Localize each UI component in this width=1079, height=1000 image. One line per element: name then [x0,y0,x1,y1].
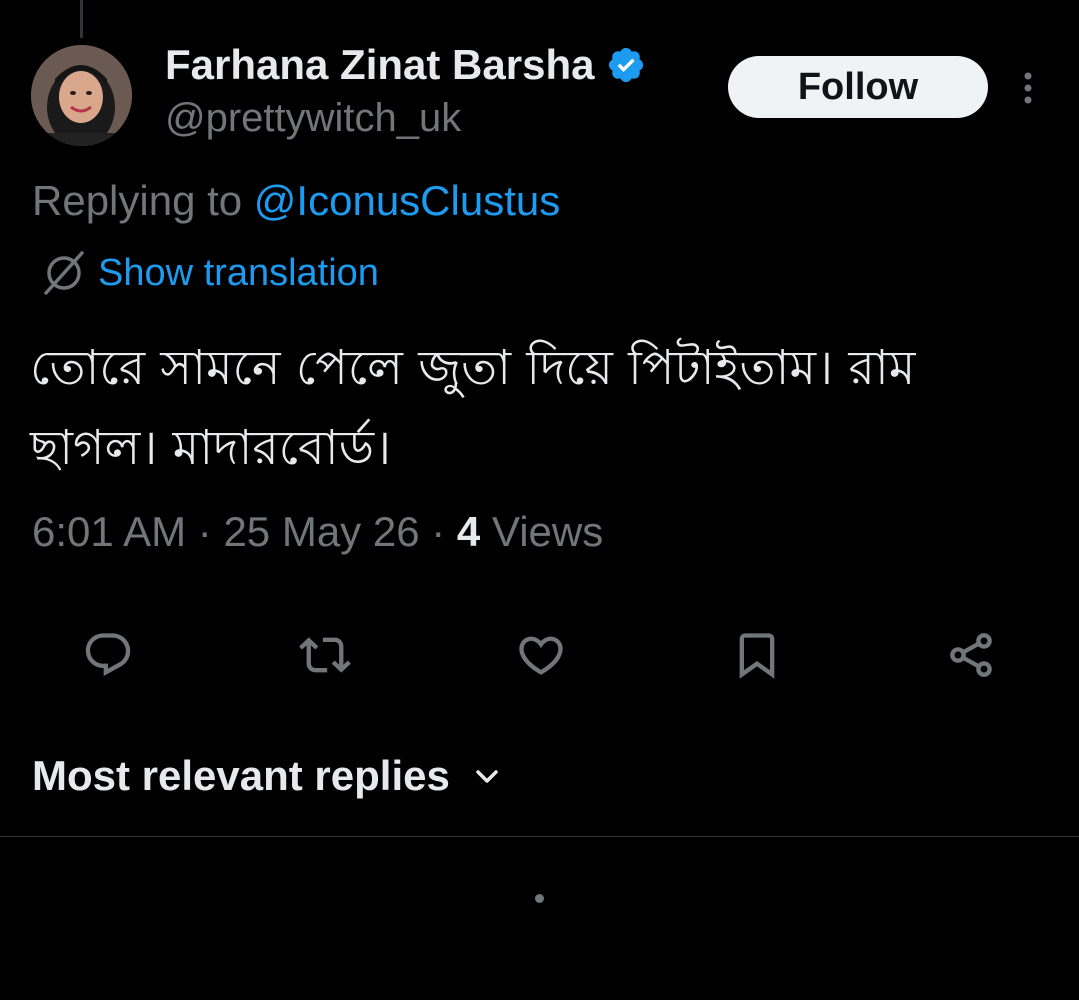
meta-separator: · [431,508,446,555]
avatar[interactable] [31,45,132,146]
retweet-button[interactable] [295,625,355,685]
show-translation-label: Show translation [98,251,379,294]
tweet-text-line: ছাগল। মাদারবোর্ড। [30,420,392,476]
section-divider [0,836,1079,837]
follow-button[interactable]: Follow [728,56,988,118]
reply-button[interactable] [78,625,138,685]
thread-connector-line [80,0,83,38]
share-icon [950,633,992,677]
views-label[interactable]: Views [492,508,603,555]
replying-to-prefix: Replying to [32,177,243,224]
views-count[interactable]: 4 [457,508,480,555]
tweet-date[interactable]: 25 May 26 [223,508,419,555]
replying-to-mention-link[interactable]: @IconusClustus [254,177,560,224]
tweet-action-bar [0,625,1079,685]
tweet-text-line: তোরে সামনে পেলে জুতা দিয়ে পিটাইতাম। রাম [30,340,916,396]
heart-icon [519,636,563,675]
meta-separator: · [197,508,212,555]
chevron-down-icon [472,761,502,791]
verified-badge-icon [606,45,646,85]
avatar-image [31,45,132,146]
tweet-time[interactable]: 6:01 AM [32,508,186,555]
author-name-row[interactable]: Farhana Zinat Barsha [165,40,646,90]
like-button[interactable] [511,625,571,685]
tweet-text: তোরে সামনে পেলে জুতা দিয়ে পিটাইতাম। রাম… [30,328,1045,488]
translate-icon [38,247,90,299]
more-options-icon[interactable] [1012,66,1044,110]
loading-indicator [535,894,544,903]
share-button[interactable] [941,625,1001,685]
replies-sort-label: Most relevant replies [32,752,450,799]
bookmark-icon [739,633,775,679]
author-handle[interactable]: @prettywitch_uk [165,96,461,141]
tweet-metadata: 6:01 AM · 25 May 26 · 4 Views [32,508,603,556]
replies-sort-dropdown[interactable]: Most relevant replies [32,746,502,806]
bookmark-button[interactable] [727,625,787,685]
show-translation-link[interactable]: Show translation [38,246,379,300]
retweet-icon [299,637,351,673]
author-display-name[interactable]: Farhana Zinat Barsha [165,41,594,89]
replying-to-line: Replying to @IconusClustus [32,177,560,225]
reply-icon [85,633,131,677]
